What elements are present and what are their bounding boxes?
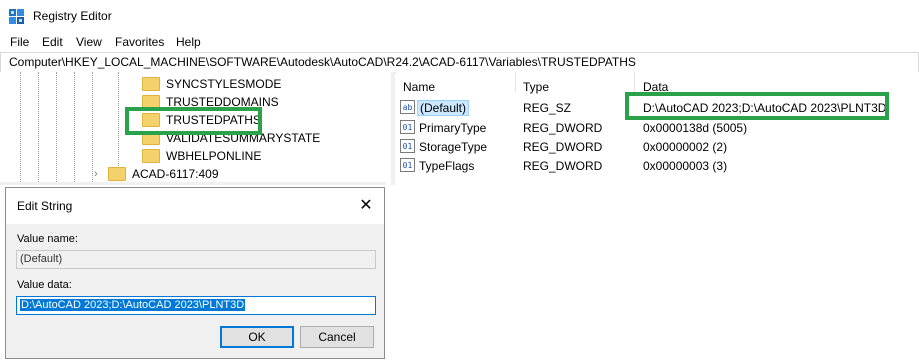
dword-value-icon: 01 — [400, 139, 415, 153]
menu-help[interactable]: Help — [176, 35, 201, 49]
value-data: 0x00000003 (3) — [643, 159, 728, 173]
string-value-icon: ab — [400, 100, 415, 114]
address-path: Computer\HKEY_LOCAL_MACHINE\SOFTWARE\Aut… — [9, 55, 636, 69]
value-data: 0x0000138d (5005) — [643, 121, 748, 135]
value-name-label: Value name: — [17, 233, 78, 245]
ok-button[interactable]: OK — [220, 326, 294, 348]
folder-icon — [142, 149, 160, 163]
dialog-title: Edit String — [17, 199, 73, 213]
value-type: REG_SZ — [523, 101, 572, 115]
value-name-default[interactable]: (Default) — [417, 100, 470, 116]
registry-icon — [9, 9, 24, 24]
highlight-box-data — [625, 92, 889, 120]
folder-icon — [142, 77, 160, 91]
value-data-selected-text: D:\AutoCAD 2023;D:\AutoCAD 2023\PLNT3D — [20, 299, 246, 311]
tree-guide-line — [92, 72, 93, 182]
horizontal-scrollbar[interactable] — [0, 182, 386, 185]
tree-item-acad-6117-409[interactable]: › ACAD-6117:409 — [94, 165, 219, 183]
column-header-type[interactable]: Type — [523, 80, 549, 94]
value-data-label: Value data: — [17, 279, 72, 291]
dialog-titlebar: Edit String ✕ — [6, 188, 384, 224]
tree-item-label: ACAD-6117:409 — [132, 167, 219, 181]
menu-file[interactable]: File — [10, 35, 29, 49]
value-type: REG_DWORD — [523, 159, 603, 173]
tree-guide-line — [38, 72, 39, 182]
tree-item-wbhelponline[interactable]: WBHELPONLINE — [142, 147, 261, 165]
column-header-name[interactable]: Name — [403, 80, 435, 94]
tree-item-label: SYNCSTYLESMODE — [166, 77, 282, 91]
value-data: 0x00000002 (2) — [643, 140, 728, 154]
menu-favorites[interactable]: Favorites — [115, 35, 164, 49]
menu-view[interactable]: View — [76, 35, 102, 49]
cancel-button[interactable]: Cancel — [300, 326, 374, 348]
pane-splitter[interactable] — [391, 72, 395, 185]
folder-icon — [108, 167, 126, 181]
edit-string-dialog: Edit String ✕ Value name: (Default) Valu… — [5, 187, 385, 359]
value-type: REG_DWORD — [523, 140, 603, 154]
value-type: REG_DWORD — [523, 121, 603, 135]
dword-value-icon: 01 — [400, 158, 415, 172]
tree-item-label: WBHELPONLINE — [166, 149, 262, 163]
tree-guide-line — [74, 72, 75, 182]
dword-value-icon: 01 — [400, 120, 415, 134]
window-titlebar: Registry Editor — [0, 0, 919, 33]
menu-edit[interactable]: Edit — [42, 35, 63, 49]
highlight-box-trustedpaths — [125, 107, 262, 135]
menu-bar: File Edit View Favorites Help — [0, 33, 919, 52]
tree-item-syncstylesmode[interactable]: SYNCSTYLESMODE — [142, 75, 281, 93]
window-title: Registry Editor — [33, 9, 112, 23]
value-data-input[interactable]: D:\AutoCAD 2023;D:\AutoCAD 2023\PLNT3D — [16, 296, 376, 315]
tree-guide-line — [20, 72, 21, 182]
chevron-right-icon[interactable]: › — [94, 168, 108, 180]
tree-guide-line — [118, 72, 119, 172]
close-icon[interactable]: ✕ — [356, 196, 376, 216]
column-separator[interactable] — [515, 72, 516, 92]
value-name-storagetype[interactable]: StorageType — [419, 140, 487, 154]
column-separator[interactable] — [634, 72, 635, 92]
value-name-field: (Default) — [16, 250, 376, 269]
tree-guide-line — [56, 72, 57, 182]
address-bar[interactable]: Computer\HKEY_LOCAL_MACHINE\SOFTWARE\Aut… — [0, 52, 919, 73]
value-name-typeflags[interactable]: TypeFlags — [419, 159, 474, 173]
value-name-primarytype[interactable]: PrimaryType — [419, 121, 486, 135]
